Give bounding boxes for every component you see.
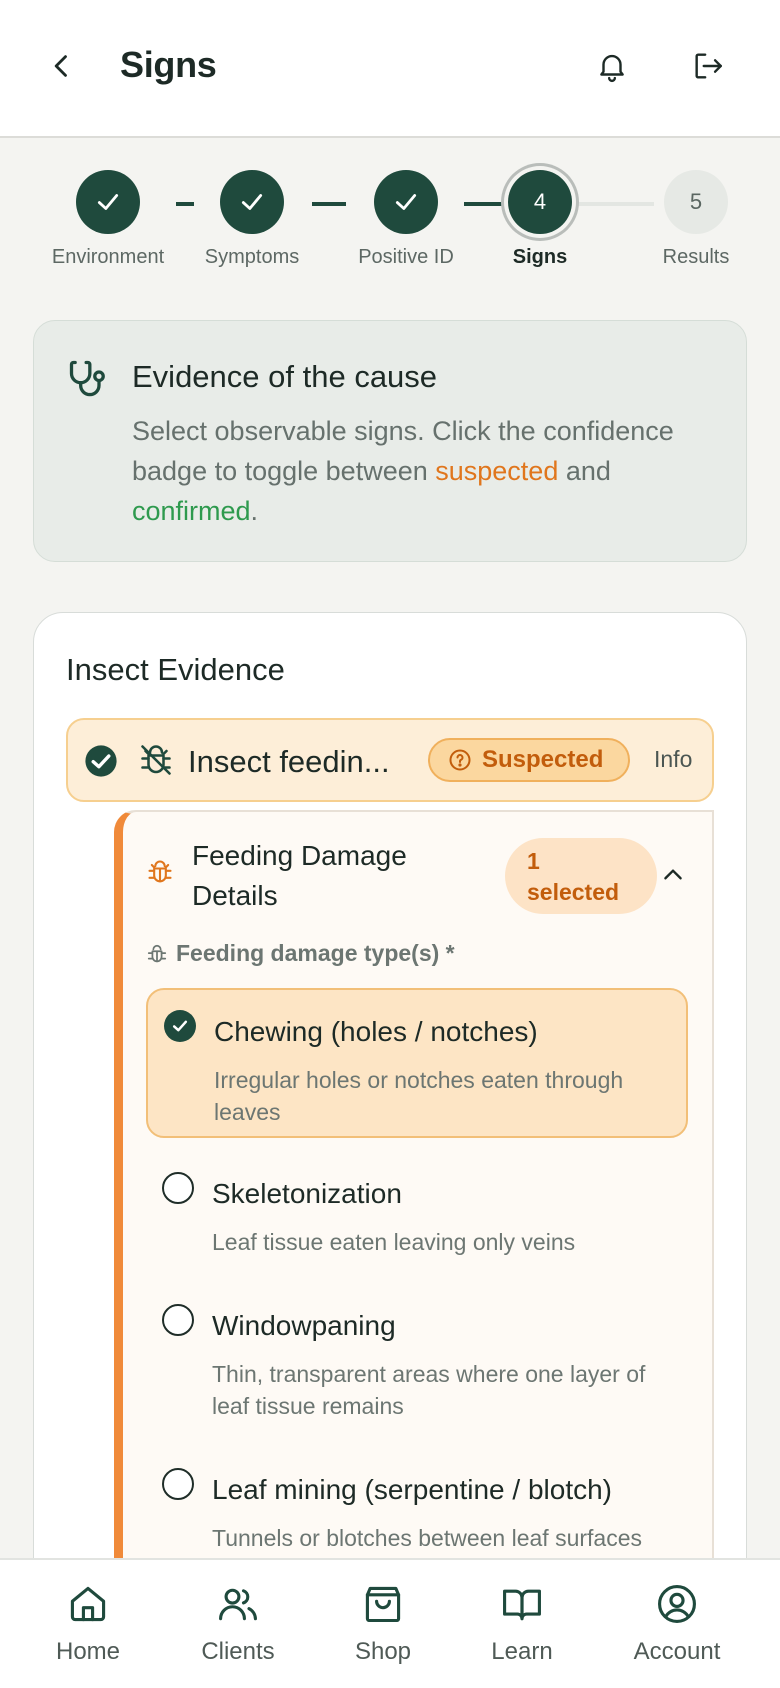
option-name: Chewing (holes / notches) <box>214 1016 538 1047</box>
bug-icon <box>148 860 172 883</box>
bug-icon <box>147 944 167 962</box>
bell-icon <box>600 54 624 83</box>
step-label-results: Results <box>662 246 730 268</box>
evidence-label: Insect feedin... <box>188 744 390 779</box>
insect-feeding-evidence-item[interactable]: Insect feedin... Suspected Info <box>66 718 714 802</box>
step-environment-circle[interactable] <box>76 170 140 234</box>
question-circle-icon <box>449 749 471 771</box>
confidence-badge-label: Suspected <box>482 746 604 773</box>
nav-clients[interactable]: Clients <box>163 1582 313 1666</box>
nav-home[interactable]: Home <box>13 1582 163 1666</box>
option-description: Leaf tissue eaten leaving only veins <box>212 1229 576 1255</box>
option-chewing[interactable]: Chewing (holes / notches) Irregular hole… <box>146 988 688 1138</box>
details-title: Feeding Damage Details <box>192 840 407 911</box>
option-description: Thin, transparent areas where one layer … <box>212 1361 646 1419</box>
check-icon <box>172 1020 188 1032</box>
checkbox-unchecked[interactable] <box>162 1468 194 1500</box>
users-icon <box>219 1588 257 1621</box>
option-name: Skeletonization <box>212 1178 402 1209</box>
step-connector <box>312 202 346 206</box>
book-icon <box>503 1589 541 1621</box>
step-positive-id-circle[interactable] <box>374 170 438 234</box>
check-circle-icon[interactable] <box>84 744 118 778</box>
evidence-info-card: Evidence of the cause Select observable … <box>33 320 747 562</box>
checkbox-checked[interactable] <box>164 1010 196 1042</box>
logout-button[interactable] <box>686 44 730 88</box>
logout-icon <box>695 53 722 79</box>
option-name: Windowpaning <box>212 1310 396 1341</box>
option-skeletonization[interactable]: Skeletonization Leaf tissue eaten leavin… <box>146 1152 688 1282</box>
step-label-symptoms: Symptoms <box>204 246 300 268</box>
nav-label: Learn <box>491 1638 553 1665</box>
info-desc-period: . <box>250 496 259 526</box>
check-icon <box>97 194 119 210</box>
info-desc-and: and <box>558 456 611 486</box>
check-icon <box>395 194 417 210</box>
option-description: Irregular holes or notches eaten through… <box>214 1067 624 1125</box>
nav-account[interactable]: Account <box>602 1582 752 1666</box>
suspected-keyword: suspected <box>435 456 559 486</box>
bug-off-icon <box>141 745 171 775</box>
feeding-damage-field-label: Feeding damage type(s) * <box>146 940 455 967</box>
nav-learn[interactable]: Learn <box>447 1582 597 1666</box>
confidence-badge[interactable]: Suspected <box>428 738 630 782</box>
notifications-button[interactable] <box>590 44 634 88</box>
field-label-text: Feeding damage type(s) * <box>176 940 455 966</box>
step-number: 5 <box>689 189 703 214</box>
option-windowpaning[interactable]: Windowpaning Thin, transparent areas whe… <box>146 1284 688 1434</box>
option-name: Leaf mining (serpentine / blotch) <box>212 1474 612 1505</box>
step-label-signs: Signs <box>512 246 568 268</box>
top-app-bar: Signs <box>0 0 780 138</box>
selected-count-badge: 1 selected <box>505 838 657 914</box>
chevron-up-icon[interactable] <box>660 862 686 888</box>
page-title: Signs <box>120 44 217 85</box>
chevron-left-icon <box>54 55 67 77</box>
info-description: Select observable signs. Click the confi… <box>132 411 712 531</box>
bottom-navigation: Home Clients Shop Learn Account <box>0 1558 780 1688</box>
step-connector <box>176 202 194 206</box>
nav-label: Clients <box>201 1638 275 1665</box>
home-icon <box>70 1586 106 1622</box>
info-heading: Evidence of the cause <box>132 359 438 394</box>
checkbox-unchecked[interactable] <box>162 1304 194 1336</box>
confirmed-keyword: confirmed <box>132 496 251 526</box>
step-results-circle[interactable]: 5 <box>664 170 728 234</box>
back-button[interactable] <box>40 44 84 88</box>
panel-title: Insect Evidence <box>66 652 285 687</box>
check-icon <box>241 194 263 210</box>
checkbox-unchecked[interactable] <box>162 1172 194 1204</box>
nav-label: Account <box>633 1638 721 1665</box>
step-symptoms-circle[interactable] <box>220 170 284 234</box>
step-signs-circle[interactable]: 4 <box>508 170 572 234</box>
step-connector <box>574 202 654 206</box>
account-icon <box>658 1585 696 1623</box>
nav-label: Home <box>55 1638 121 1665</box>
nav-label: Shop <box>354 1638 412 1665</box>
info-link[interactable]: Info <box>654 746 692 773</box>
step-connector <box>464 202 504 206</box>
stethoscope-icon <box>69 360 105 397</box>
step-number: 4 <box>533 189 547 214</box>
nav-shop[interactable]: Shop <box>308 1582 458 1666</box>
shopping-bag-icon <box>365 1586 401 1623</box>
